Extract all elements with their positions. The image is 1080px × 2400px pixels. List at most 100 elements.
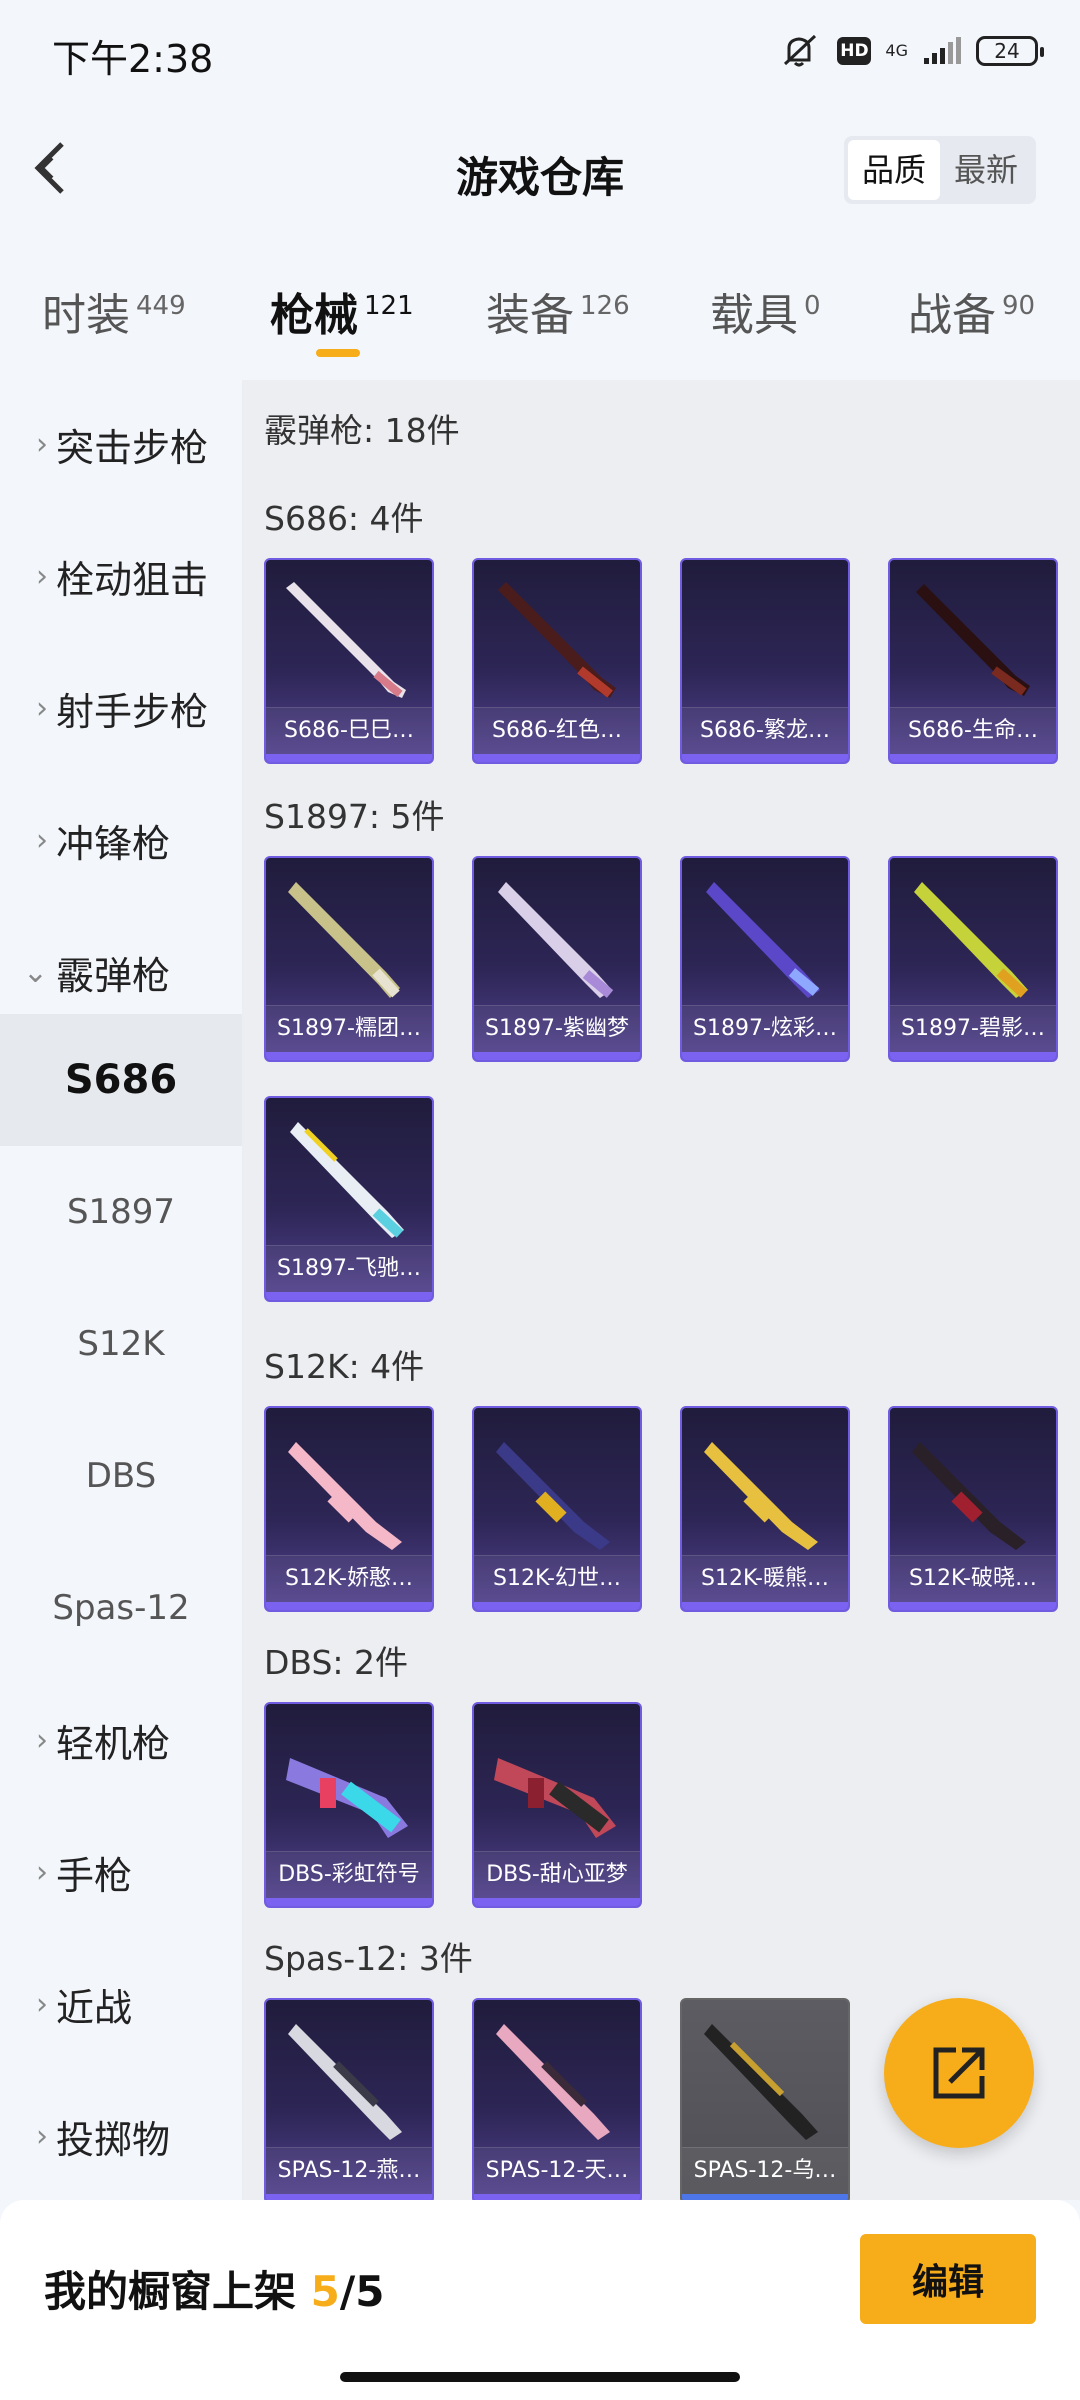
- item-card[interactable]: S686-巳巳…: [264, 558, 434, 764]
- shotgun-icon: [704, 2024, 818, 2140]
- item-name: DBS-彩虹符号: [266, 1851, 432, 1898]
- sidebar-item-label: 栓动狙击: [56, 557, 209, 602]
- rifle-icon: [288, 1442, 402, 1550]
- sidebar-item-melee[interactable]: › 近战: [0, 1938, 242, 2070]
- shotgun-summary: 霰弹枪: 18件: [264, 411, 460, 450]
- item-card[interactable]: S686-生命…: [888, 558, 1058, 764]
- tab-weapons[interactable]: 枪械 121: [270, 279, 414, 343]
- sidebar-item-bolt-sniper[interactable]: › 栓动狙击: [0, 510, 242, 642]
- hd-icon: HD: [837, 37, 872, 65]
- network-type: 4G: [885, 41, 908, 60]
- share-icon: [933, 2047, 985, 2099]
- rifle-icon: [912, 1442, 1026, 1550]
- item-card[interactable]: S1897-糯团…: [264, 856, 434, 1062]
- rifle-icon: [704, 1442, 818, 1550]
- item-name: S12K-娇憨…: [266, 1555, 432, 1602]
- home-indicator[interactable]: [340, 2372, 740, 2382]
- sidebar-item-label: 投掷物: [56, 2117, 171, 2162]
- shotgun-icon: [498, 582, 616, 698]
- chevron-right-icon: ›: [36, 2118, 48, 2154]
- tab-label: 枪械: [270, 290, 358, 341]
- chevron-right-icon: ›: [36, 426, 48, 462]
- item-card[interactable]: S1897-飞驰…: [264, 1096, 434, 1302]
- sidebar-item-pistol[interactable]: › 手枪: [0, 1806, 242, 1938]
- item-name: SPAS-12-燕…: [266, 2147, 432, 2194]
- sidebar-sub-s686[interactable]: S686: [0, 1014, 242, 1146]
- item-card[interactable]: S12K-娇憨…: [264, 1406, 434, 1612]
- edit-button[interactable]: 编辑: [860, 2234, 1036, 2324]
- item-card[interactable]: S686-繁龙…: [680, 558, 850, 764]
- shotgun-icon: [498, 882, 614, 998]
- item-card[interactable]: SPAS-12-天…: [472, 1998, 642, 2200]
- shotgun-icon: [286, 582, 406, 698]
- tab-count: 0: [804, 291, 821, 322]
- item-name: S686-生命…: [890, 707, 1056, 754]
- tab-count: 121: [364, 291, 414, 322]
- tab-label: 时装: [42, 290, 130, 341]
- section-title: S686: 4件: [264, 499, 424, 538]
- chevron-right-icon: ›: [36, 1722, 48, 1758]
- tab-supplies[interactable]: 战备 90: [908, 279, 1035, 343]
- tab-equipment[interactable]: 装备 126: [486, 279, 630, 343]
- item-card[interactable]: S1897-碧影…: [888, 856, 1058, 1062]
- status-icons: HD 4G 24: [781, 34, 1044, 68]
- item-grid-panel: 霰弹枪: 18件 S686: 4件 S686-巳巳… S686-红色… S686…: [242, 380, 1080, 2200]
- shotgun-icon: [290, 1122, 404, 1238]
- tab-count: 90: [1002, 291, 1036, 322]
- tab-label: 装备: [486, 290, 574, 341]
- sidebar-sub-s12k[interactable]: S12K: [0, 1278, 242, 1410]
- item-name: DBS-甜心亚梦: [474, 1851, 640, 1898]
- tab-vehicles[interactable]: 载具 0: [710, 279, 821, 343]
- item-card[interactable]: S12K-破晓…: [888, 1406, 1058, 1612]
- item-card[interactable]: DBS-甜心亚梦: [472, 1702, 642, 1908]
- item-card[interactable]: SPAS-12-燕…: [264, 1998, 434, 2200]
- sidebar-item-smg[interactable]: › 冲锋枪: [0, 774, 242, 906]
- sidebar-item-throwable[interactable]: › 投掷物: [0, 2070, 242, 2202]
- section-title: DBS: 2件: [264, 1643, 409, 1682]
- chevron-right-icon: ›: [36, 1854, 48, 1890]
- item-name: SPAS-12-天…: [474, 2147, 640, 2194]
- item-name: SPAS-12-乌…: [682, 2147, 848, 2194]
- showcase-total: /5: [339, 2267, 385, 2316]
- item-name: S1897-碧影…: [890, 1005, 1056, 1052]
- item-card[interactable]: S12K-暖熊…: [680, 1406, 850, 1612]
- chevron-right-icon: ›: [36, 1986, 48, 2022]
- sidebar-item-label: 突击步枪: [56, 425, 209, 470]
- share-button[interactable]: [884, 1998, 1034, 2148]
- tab-fashion[interactable]: 时装 449: [42, 279, 186, 343]
- sidebar-item-label: 射手步枪: [56, 689, 209, 734]
- showcase-status: 我的橱窗上架 5/5: [44, 2258, 384, 2319]
- category-tabs: 时装 449 枪械 121 装备 126 载具 0 战备 90: [0, 265, 1080, 365]
- tab-count: 449: [136, 291, 186, 322]
- chevron-right-icon: ›: [36, 690, 48, 726]
- item-name: S1897-糯团…: [266, 1005, 432, 1052]
- sort-quality[interactable]: 品质: [848, 140, 940, 200]
- item-name: S12K-破晓…: [890, 1555, 1056, 1602]
- sidebar-item-label: 手枪: [56, 1853, 133, 1898]
- item-card[interactable]: S686-红色…: [472, 558, 642, 764]
- sort-newest[interactable]: 最新: [940, 140, 1032, 200]
- item-card[interactable]: DBS-彩虹符号: [264, 1702, 434, 1908]
- shotgun-icon: [706, 882, 820, 998]
- item-card[interactable]: S1897-炫彩…: [680, 856, 850, 1062]
- item-name: S686-繁龙…: [682, 707, 848, 754]
- section-title: S1897: 5件: [264, 797, 445, 836]
- showcase-current: 5: [310, 2267, 340, 2316]
- chevron-down-icon: ⌄: [22, 954, 48, 990]
- sidebar-item-assault-rifle[interactable]: › 突击步枪: [0, 378, 242, 510]
- sidebar-sub-s1897[interactable]: S1897: [0, 1146, 242, 1278]
- item-name: S686-红色…: [474, 707, 640, 754]
- item-card[interactable]: S1897-紫幽梦: [472, 856, 642, 1062]
- mute-icon: [781, 34, 823, 68]
- signal-icon: [922, 36, 962, 66]
- item-card[interactable]: S12K-幻世…: [472, 1406, 642, 1612]
- item-card[interactable]: SPAS-12-乌…: [680, 1998, 850, 2200]
- item-name: S1897-炫彩…: [682, 1005, 848, 1052]
- shotgun-icon: [496, 2024, 610, 2140]
- sidebar-item-marksman-rifle[interactable]: › 射手步枪: [0, 642, 242, 774]
- sidebar-item-label: 轻机枪: [56, 1721, 171, 1766]
- sidebar-item-lmg[interactable]: › 轻机枪: [0, 1674, 242, 1806]
- item-name: S1897-紫幽梦: [474, 1005, 640, 1052]
- sidebar-sub-spas12[interactable]: Spas-12: [0, 1542, 242, 1674]
- sidebar-sub-dbs[interactable]: DBS: [0, 1410, 242, 1542]
